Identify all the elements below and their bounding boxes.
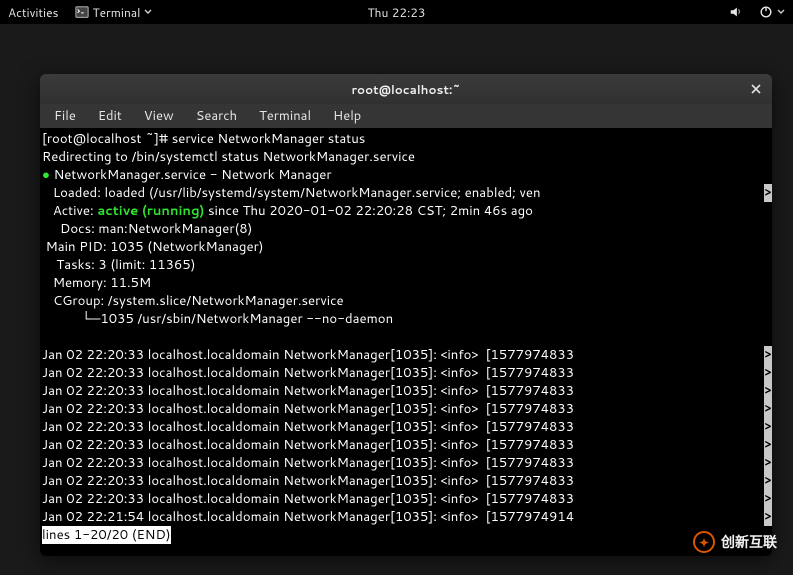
speaker-icon [729, 5, 743, 19]
output-line: Main PID: 1035 (NetworkManager) [42, 238, 264, 256]
chevron-down-icon [144, 8, 152, 16]
terminal-viewport[interactable]: [root@localhost ~]# service NetworkManag… [40, 128, 772, 556]
scroll-overflow-marker: > [764, 418, 772, 436]
log-line: Jan 02 22:20:33 localhost.localdomain Ne… [42, 364, 574, 382]
log-line: Jan 02 22:20:33 localhost.localdomain Ne… [42, 436, 574, 454]
log-line: Jan 02 22:20:33 localhost.localdomain Ne… [42, 472, 574, 490]
shell-prompt: [root@localhost ~]# [42, 130, 172, 148]
output-line: Memory: 11.5M [42, 274, 151, 292]
scroll-overflow-marker: > [764, 364, 772, 382]
output-line: Active: [42, 202, 97, 220]
appmenu-button[interactable]: Terminal [67, 4, 161, 21]
volume-indicator[interactable] [721, 5, 751, 19]
menu-edit[interactable]: Edit [88, 105, 132, 127]
scroll-overflow-marker: > [764, 472, 772, 490]
appmenu-label: Terminal [93, 4, 141, 21]
log-line: Jan 02 22:20:33 localhost.localdomain Ne… [42, 418, 574, 436]
scroll-overflow-marker: > [764, 436, 772, 454]
menu-file[interactable]: File [44, 105, 86, 127]
scroll-overflow-marker: > [764, 490, 772, 508]
status-bullet-icon: ● [42, 166, 50, 184]
output-line: Tasks: 3 (limit: 11365) [42, 256, 196, 274]
window-titlebar[interactable]: root@localhost:~ [40, 74, 772, 104]
log-line: Jan 02 22:20:33 localhost.localdomain Ne… [42, 454, 574, 472]
clock-label: Thu 22:23 [367, 4, 425, 21]
pager-status: lines 1-20/20 (END) [42, 526, 171, 544]
command-text: service NetworkManager status [172, 130, 366, 148]
power-icon [759, 5, 773, 19]
watermark-text: 创新互联 [721, 532, 777, 552]
terminal-icon [75, 5, 89, 19]
scroll-overflow-marker: > [764, 184, 772, 202]
close-icon [751, 84, 761, 94]
activities-label: Activities [8, 4, 59, 21]
chevron-down-icon [777, 8, 785, 16]
output-line: Redirecting to /bin/systemctl status Net… [42, 148, 415, 166]
output-line: Docs: man:NetworkManager(8) [42, 220, 252, 238]
close-button[interactable] [748, 81, 764, 97]
scroll-overflow-marker: > [764, 382, 772, 400]
menu-help[interactable]: Help [323, 105, 371, 127]
output-line: CGroup: /system.slice/NetworkManager.ser… [42, 292, 344, 310]
menu-search[interactable]: Search [186, 105, 247, 127]
scroll-overflow-marker: > [764, 454, 772, 472]
output-line: NetworkManager.service - Network Manager [50, 166, 332, 184]
menu-terminal[interactable]: Terminal [249, 105, 321, 127]
log-line: Jan 02 22:20:33 localhost.localdomain Ne… [42, 490, 574, 508]
window-title: root@localhost:~ [351, 81, 460, 98]
output-line: Loaded: loaded (/usr/lib/systemd/system/… [42, 184, 541, 202]
scroll-overflow-marker: > [764, 400, 772, 418]
active-state: active (running) [97, 202, 204, 220]
clock[interactable]: Thu 22:23 [353, 4, 439, 21]
output-line: since Thu 2020-01-02 22:20:28 CST; 2min … [204, 202, 533, 220]
scroll-overflow-marker: > [764, 508, 772, 526]
log-line: Jan 02 22:21:54 localhost.localdomain Ne… [42, 508, 574, 526]
activities-button[interactable]: Activities [0, 4, 67, 21]
log-line: Jan 02 22:20:33 localhost.localdomain Ne… [42, 382, 574, 400]
output-line: └─1035 /usr/sbin/NetworkManager --no-dae… [42, 310, 393, 328]
menu-view[interactable]: View [134, 105, 184, 127]
scroll-overflow-marker: > [764, 346, 772, 364]
menubar: File Edit View Search Terminal Help [40, 104, 772, 128]
gnome-topbar: Activities Terminal Thu 22:23 [0, 0, 793, 24]
watermark-logo-icon: ✦ [693, 531, 715, 553]
power-menu[interactable] [751, 5, 793, 19]
log-line: Jan 02 22:20:33 localhost.localdomain Ne… [42, 400, 574, 418]
log-line: Jan 02 22:20:33 localhost.localdomain Ne… [42, 346, 574, 364]
watermark: ✦ 创新互联 [693, 531, 777, 553]
terminal-window: root@localhost:~ File Edit View Search T… [40, 74, 772, 556]
